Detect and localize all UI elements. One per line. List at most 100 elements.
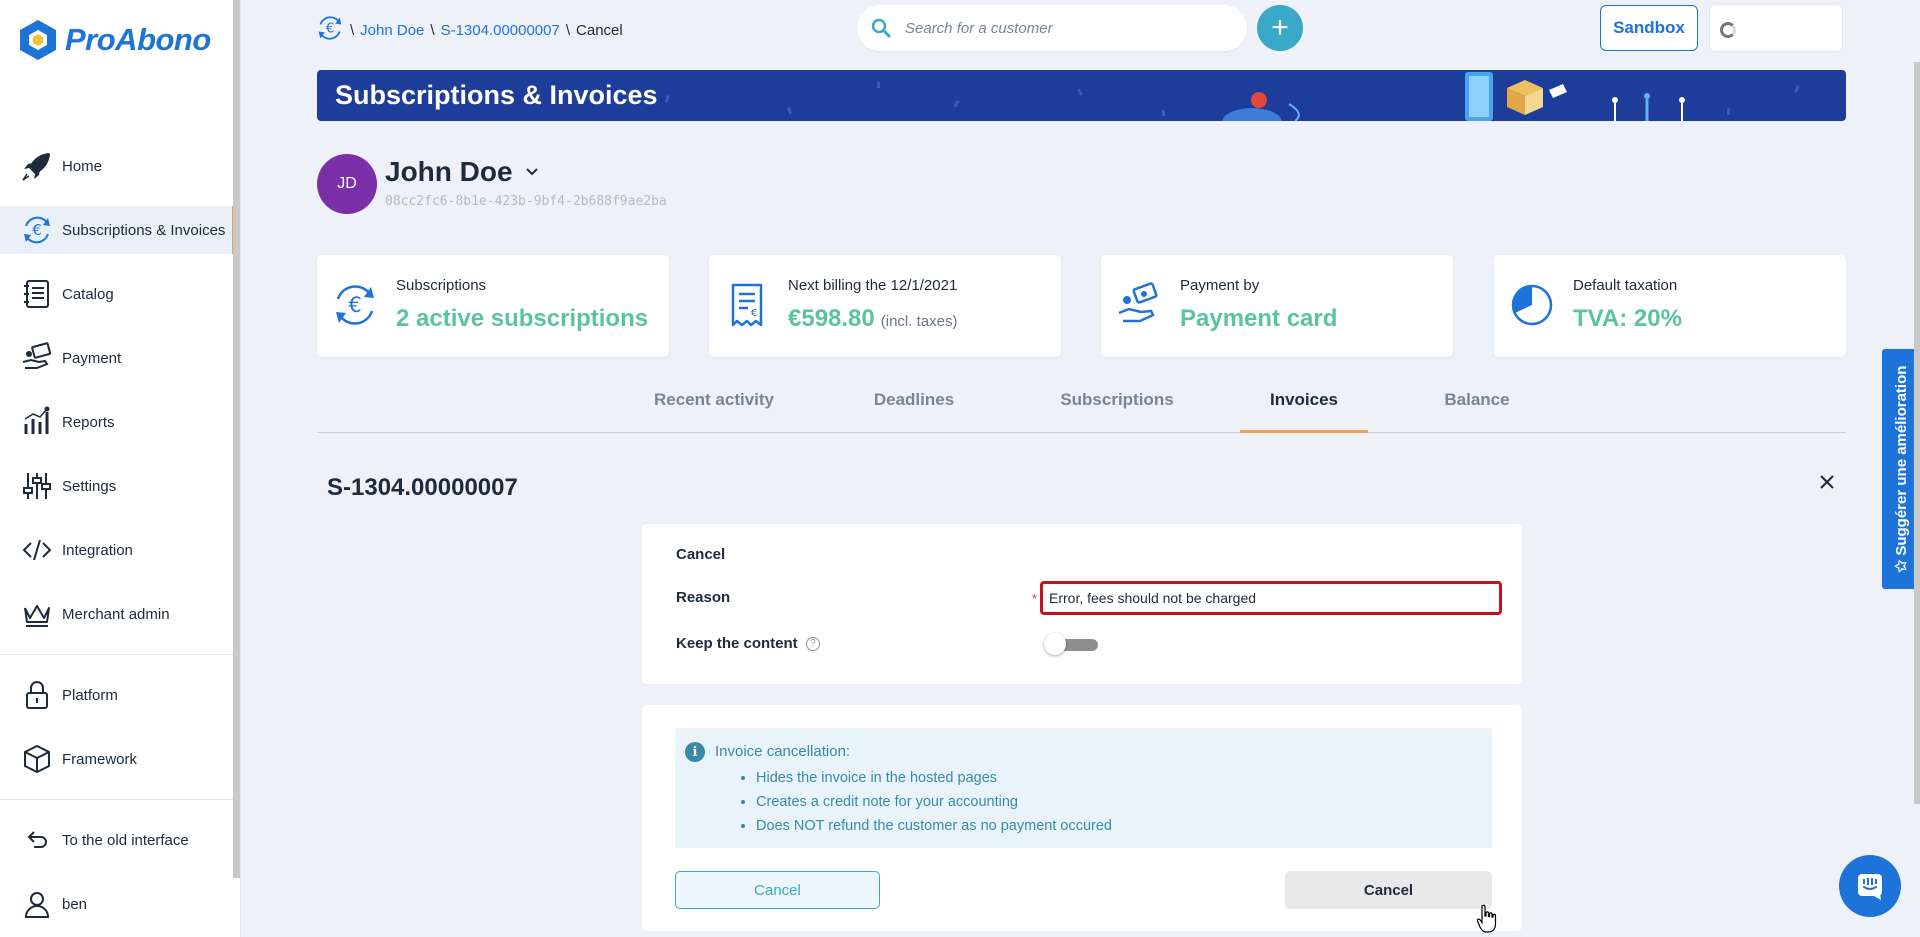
sidebar-item-old-interface[interactable]: To the old interface bbox=[0, 816, 236, 864]
search-bar bbox=[857, 5, 1247, 51]
breadcrumb: € \ John Doe \ S-1304.00000007 \ Cancel bbox=[316, 14, 623, 46]
card-value: 2 active subscriptions bbox=[396, 305, 649, 332]
chevron-down-icon[interactable] bbox=[525, 167, 539, 177]
invoice-title: S-1304.00000007 bbox=[327, 474, 518, 501]
card-label: Subscriptions bbox=[396, 277, 487, 294]
reports-chart-icon bbox=[20, 405, 54, 439]
list-item: Does NOT refund the customer as no payme… bbox=[756, 814, 1112, 838]
tab-subscriptions[interactable]: Subscriptions bbox=[1059, 390, 1175, 430]
receipt-icon: € bbox=[731, 283, 763, 327]
sidebar-divider bbox=[0, 799, 236, 800]
account-selector[interactable] bbox=[1709, 4, 1843, 52]
sidebar-item-label: Settings bbox=[62, 477, 117, 495]
form-section-title: Cancel bbox=[676, 546, 726, 563]
pie-chart-icon bbox=[1511, 284, 1553, 326]
add-button[interactable]: + bbox=[1257, 5, 1303, 51]
card-label: Default taxation bbox=[1573, 277, 1678, 294]
card-label: Next billing the 12/1/2021 bbox=[788, 277, 958, 294]
sidebar-item-label: Payment bbox=[62, 349, 122, 367]
reason-label: Reason bbox=[676, 589, 731, 606]
dismiss-cancel-button[interactable]: Cancel bbox=[675, 871, 880, 909]
sidebar-item-framework[interactable]: Framework bbox=[0, 735, 236, 783]
crown-icon bbox=[20, 597, 54, 631]
help-icon[interactable]: ? bbox=[805, 637, 820, 652]
keep-content-label: Keep the content ? bbox=[676, 635, 820, 652]
sidebar-item-catalog[interactable]: Catalog bbox=[0, 270, 236, 318]
tab-recent-activity[interactable]: Recent activity bbox=[650, 390, 778, 430]
list-item: Hides the invoice in the hosted pages bbox=[756, 766, 1112, 790]
euro-cycle-icon[interactable]: € bbox=[316, 14, 344, 46]
confirm-cancel-button[interactable]: Cancel bbox=[1285, 871, 1492, 909]
payment-hand-icon bbox=[1118, 282, 1158, 323]
logo[interactable]: ProAbono bbox=[19, 18, 211, 62]
sidebar-item-platform[interactable]: Platform bbox=[0, 671, 236, 719]
sidebar-item-settings[interactable]: Settings bbox=[0, 462, 236, 510]
svg-text:€: € bbox=[326, 21, 334, 36]
search-input[interactable] bbox=[903, 18, 1227, 38]
cube-icon bbox=[20, 742, 54, 776]
card-label: Payment by bbox=[1180, 277, 1260, 294]
card-value: €598.80 (incl. taxes) bbox=[788, 305, 957, 333]
customer-id: 08cc2fc6-8b1e-423b-9bf4-2b688f9ae2ba bbox=[385, 194, 667, 209]
rocket-icon bbox=[20, 149, 54, 183]
cancel-form-card: Cancel Reason * Keep the content ? bbox=[642, 524, 1522, 684]
avatar: JD bbox=[317, 154, 377, 214]
sidebar-item-label: Merchant admin bbox=[62, 605, 170, 623]
sidebar-item-subscriptions-invoices[interactable]: € Subscriptions & Invoices bbox=[0, 206, 236, 254]
breadcrumb-separator: \ bbox=[565, 21, 571, 39]
page-scrollbar[interactable] bbox=[1914, 62, 1920, 804]
svg-text:€: € bbox=[348, 293, 361, 317]
reason-input[interactable] bbox=[1040, 581, 1502, 615]
breadcrumb-separator: \ bbox=[430, 21, 435, 39]
close-icon[interactable] bbox=[1815, 470, 1839, 494]
default-taxation-card[interactable]: Default taxation TVA: 20% bbox=[1494, 255, 1846, 357]
keep-content-toggle[interactable] bbox=[1044, 633, 1102, 655]
sidebar-item-reports[interactable]: Reports bbox=[0, 398, 236, 446]
sidebar: ProAbono Home € Subscriptions & Invoices… bbox=[0, 0, 240, 937]
hand-cursor-icon bbox=[1476, 904, 1497, 933]
sidebar-item-label: Framework bbox=[62, 750, 138, 768]
tab-balance[interactable]: Balance bbox=[1432, 390, 1522, 430]
svg-text:€: € bbox=[32, 221, 42, 239]
payment-method-card[interactable]: Payment by Payment card bbox=[1101, 255, 1453, 357]
card-suffix: (incl. taxes) bbox=[880, 313, 958, 330]
keep-content-text: Keep the content bbox=[676, 635, 798, 652]
subscriptions-card[interactable]: € Subscriptions 2 active subscriptions bbox=[317, 255, 669, 357]
sidebar-item-label: Reports bbox=[62, 413, 115, 431]
hexagon-logo-icon bbox=[20, 20, 56, 60]
sidebar-divider bbox=[0, 654, 236, 655]
sidebar-item-home[interactable]: Home bbox=[0, 142, 236, 190]
tab-invoices[interactable]: Invoices bbox=[1240, 390, 1368, 433]
tab-deadlines[interactable]: Deadlines bbox=[870, 390, 958, 430]
sidebar-item-label: Platform bbox=[62, 686, 118, 704]
card-value: Payment card bbox=[1180, 305, 1338, 332]
customer-tabs: Recent activity Deadlines Subscriptions … bbox=[317, 390, 1846, 433]
sidebar-item-label: ben bbox=[62, 895, 88, 913]
breadcrumb-invoice-link[interactable]: S-1304.00000007 bbox=[441, 22, 560, 39]
sidebar-item-merchant-admin[interactable]: Merchant admin bbox=[0, 590, 236, 638]
customer-name-text: John Doe bbox=[385, 156, 513, 187]
catalog-icon bbox=[20, 277, 54, 311]
sidebar-item-label: Integration bbox=[62, 541, 133, 559]
toggle-knob bbox=[1044, 633, 1066, 655]
svg-text:€: € bbox=[751, 308, 757, 319]
required-marker: * bbox=[1032, 591, 1038, 606]
euro-cycle-icon: € bbox=[336, 285, 374, 325]
sidebar-scrollbar[interactable] bbox=[233, 0, 240, 878]
sidebar-item-user[interactable]: ben bbox=[0, 880, 236, 928]
code-icon bbox=[20, 533, 54, 567]
sidebar-item-integration[interactable]: Integration bbox=[0, 526, 236, 574]
chat-launcher-button[interactable] bbox=[1839, 855, 1901, 917]
card-amount: €598.80 bbox=[788, 305, 875, 332]
sidebar-item-label: Subscriptions & Invoices bbox=[62, 221, 226, 239]
info-list: Hides the invoice in the hosted pages Cr… bbox=[715, 766, 1112, 838]
sandbox-button[interactable]: Sandbox bbox=[1600, 5, 1698, 51]
breadcrumb-customer-link[interactable]: John Doe bbox=[360, 22, 424, 39]
next-billing-card[interactable]: € Next billing the 12/1/2021 €598.80 (inc… bbox=[709, 255, 1061, 357]
sidebar-item-payment[interactable]: Payment bbox=[0, 334, 236, 382]
suggest-label: ✩ Suggérer une amélioration bbox=[1893, 365, 1910, 573]
sidebar-item-label: Home bbox=[62, 157, 103, 175]
cancel-actions-card: i Invoice cancellation: Hides the invoic… bbox=[642, 705, 1522, 931]
sidebar-item-label: Catalog bbox=[62, 285, 114, 303]
customer-name[interactable]: John Doe bbox=[385, 156, 539, 188]
